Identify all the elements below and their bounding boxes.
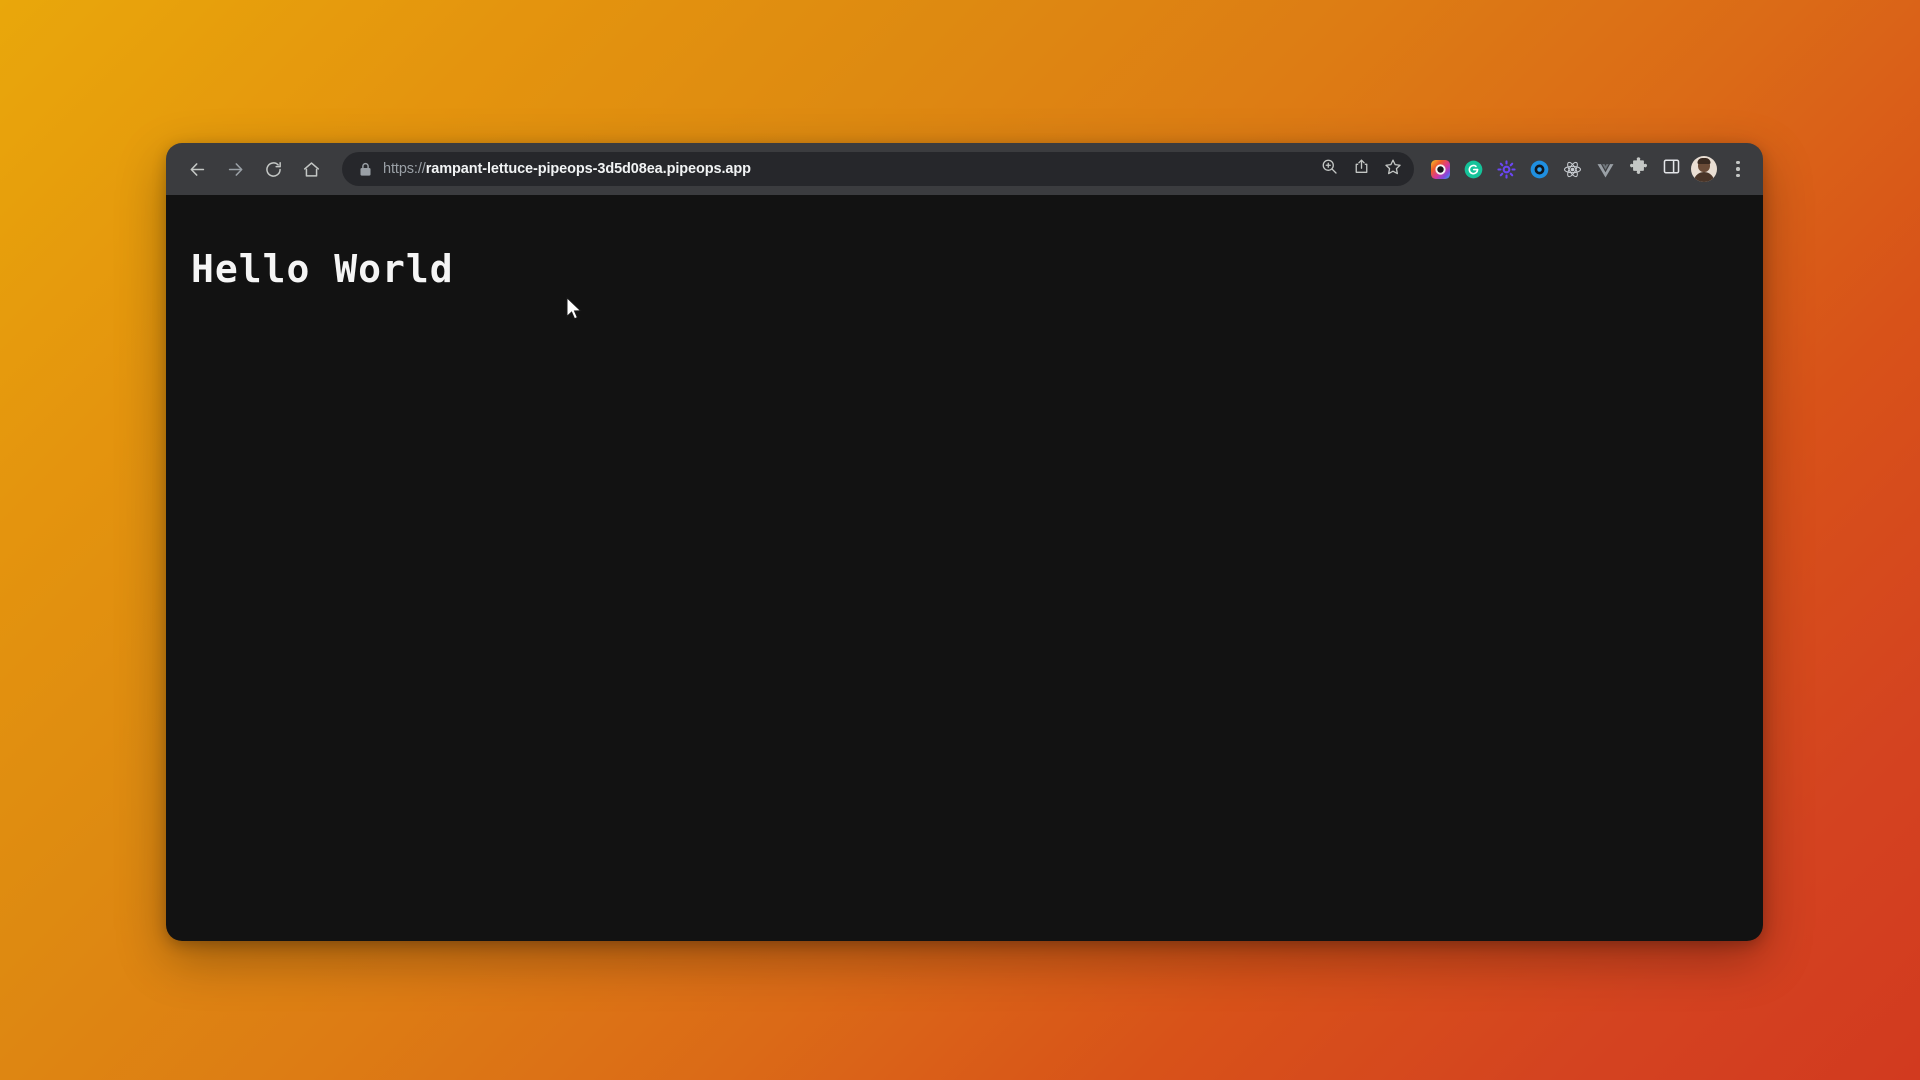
react-devtools-extension-button[interactable] (1556, 153, 1588, 185)
omnibox-actions (1314, 154, 1408, 184)
menu-dot (1736, 160, 1740, 165)
arrow-left-icon (188, 160, 207, 179)
menu-dot (1736, 173, 1740, 178)
browser-toolbar: https://rampant-lettuce-pipeops-3d5d08ea… (166, 143, 1763, 195)
desktop-wallpaper: https://rampant-lettuce-pipeops-3d5d08ea… (0, 0, 1920, 1080)
share-button[interactable] (1346, 154, 1376, 184)
browser-window: https://rampant-lettuce-pipeops-3d5d08ea… (166, 143, 1763, 941)
avatar (1691, 156, 1717, 182)
chrome-menu-button[interactable] (1723, 152, 1753, 186)
side-panel-icon (1662, 157, 1681, 181)
blue-circle-extension-icon (1530, 160, 1549, 179)
share-icon (1353, 158, 1370, 180)
color-ring-extension-button[interactable] (1424, 153, 1456, 185)
puzzle-piece-icon (1629, 157, 1648, 181)
extensions-cluster (1422, 152, 1753, 186)
back-button[interactable] (180, 152, 214, 186)
vue-logo-icon (1596, 160, 1615, 179)
purple-gear-extension-button[interactable] (1490, 153, 1522, 185)
extensions-puzzle-button[interactable] (1622, 153, 1654, 185)
reload-icon (264, 160, 283, 179)
color-ring-extension-icon (1430, 159, 1450, 179)
profile-button[interactable] (1688, 153, 1720, 185)
grammarly-extension-icon (1464, 160, 1483, 179)
vue-devtools-extension-button[interactable] (1589, 153, 1621, 185)
bookmark-button[interactable] (1378, 154, 1408, 184)
page-title: Hello World (191, 247, 454, 291)
url-text: https://rampant-lettuce-pipeops-3d5d08ea… (383, 152, 1306, 186)
purple-gear-extension-icon (1496, 159, 1516, 179)
menu-dot (1736, 167, 1740, 171)
side-panel-button[interactable] (1655, 153, 1687, 185)
url-host: rampant-lettuce-pipeops-3d5d08ea.pipeops… (425, 161, 751, 177)
zoom-button[interactable] (1314, 154, 1344, 184)
blue-circle-extension-button[interactable] (1523, 153, 1555, 185)
url-scheme: https:// (383, 161, 426, 177)
forward-button[interactable] (218, 152, 252, 186)
arrow-right-icon (226, 160, 245, 179)
magnifier-plus-icon (1321, 158, 1338, 180)
reload-button[interactable] (256, 152, 290, 186)
lock-icon[interactable] (357, 161, 373, 177)
grammarly-extension-button[interactable] (1457, 153, 1489, 185)
star-icon (1384, 158, 1402, 181)
page-viewport: Hello World (166, 195, 1763, 941)
home-icon (302, 160, 321, 179)
home-button[interactable] (294, 152, 328, 186)
address-bar[interactable]: https://rampant-lettuce-pipeops-3d5d08ea… (342, 152, 1414, 186)
react-atom-icon (1563, 160, 1582, 179)
